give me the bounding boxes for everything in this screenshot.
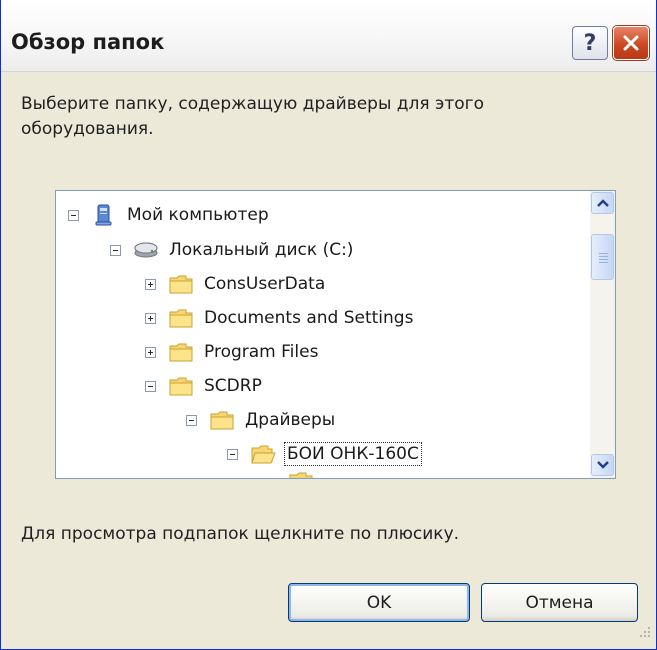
scroll-up-button[interactable] xyxy=(591,192,614,214)
tree-node-label: БОИ ОНК-160С xyxy=(284,442,422,466)
tree-node-label: SCDRP xyxy=(204,376,262,396)
expand-toggle[interactable] xyxy=(145,346,156,358)
folder-tree[interactable]: Мой компьютер Локальный диск (C:) ConsUs… xyxy=(55,190,616,479)
chevron-up-icon xyxy=(596,199,609,207)
tree-node-label: Мой компьютер xyxy=(127,205,269,225)
collapse-toggle[interactable] xyxy=(227,448,238,460)
collapse-toggle[interactable] xyxy=(186,414,197,426)
computer-icon xyxy=(95,204,112,226)
tree-node-label: Локальный диск (C:) xyxy=(169,240,354,260)
tree-node-selected-folder[interactable]: БОИ ОНК-160С xyxy=(227,439,422,469)
help-button[interactable]: ? xyxy=(572,26,608,60)
tree-node-label: Program Files xyxy=(204,342,319,362)
tree-node-scdrp[interactable]: SCDRP xyxy=(145,371,264,401)
tree-node-consuserdata[interactable]: ConsUserData xyxy=(145,269,327,299)
collapse-toggle[interactable] xyxy=(145,380,156,392)
resize-grip-icon[interactable] xyxy=(631,622,653,644)
tree-node-drivers[interactable]: Драйверы xyxy=(186,405,337,435)
instruction-text: Выберите папку, содержащую драйверы для … xyxy=(21,94,485,139)
tree-node-documents-and-settings[interactable]: Documents and Settings xyxy=(145,303,415,333)
folder-icon xyxy=(169,275,193,294)
folder-icon xyxy=(169,343,193,362)
expand-toggle[interactable] xyxy=(145,312,156,324)
tree-node-local-disk[interactable]: Локальный диск (C:) xyxy=(110,235,355,265)
tree-node-label: ConsUserData xyxy=(204,274,326,294)
close-button[interactable] xyxy=(613,26,649,60)
cancel-button[interactable]: Отмена xyxy=(481,583,638,622)
hint-text: Для просмотра подпапок щелкните по плюси… xyxy=(21,524,460,544)
vertical-scrollbar[interactable] xyxy=(590,191,615,478)
folder-icon xyxy=(169,309,193,328)
browse-folder-dialog: Обзор папок ? Выберите папку, содержащую… xyxy=(0,0,657,650)
tree-node-label: Драйверы xyxy=(245,410,336,430)
help-icon: ? xyxy=(583,30,597,56)
tree-viewport: Мой компьютер Локальный диск (C:) ConsUs… xyxy=(56,191,590,478)
dialog-title: Обзор папок xyxy=(11,30,165,54)
tree-node-program-files[interactable]: Program Files xyxy=(145,337,320,367)
scroll-down-button[interactable] xyxy=(591,454,614,476)
folder-icon xyxy=(289,472,313,478)
collapse-toggle[interactable] xyxy=(110,244,121,256)
chevron-down-icon xyxy=(596,461,609,469)
tree-node-label: Documents and Settings xyxy=(204,308,414,328)
open-folder-icon xyxy=(251,445,276,464)
folder-icon xyxy=(210,411,234,430)
drive-icon xyxy=(134,242,158,258)
expand-toggle[interactable] xyxy=(145,278,156,290)
title-bar[interactable]: Обзор папок ? xyxy=(1,0,656,72)
scroll-thumb[interactable] xyxy=(591,234,614,280)
close-icon xyxy=(623,35,639,51)
folder-icon xyxy=(169,377,193,396)
tree-node-my-computer[interactable]: Мой компьютер xyxy=(68,200,271,230)
collapse-toggle[interactable] xyxy=(68,209,79,221)
ok-button[interactable]: OK xyxy=(288,583,470,622)
